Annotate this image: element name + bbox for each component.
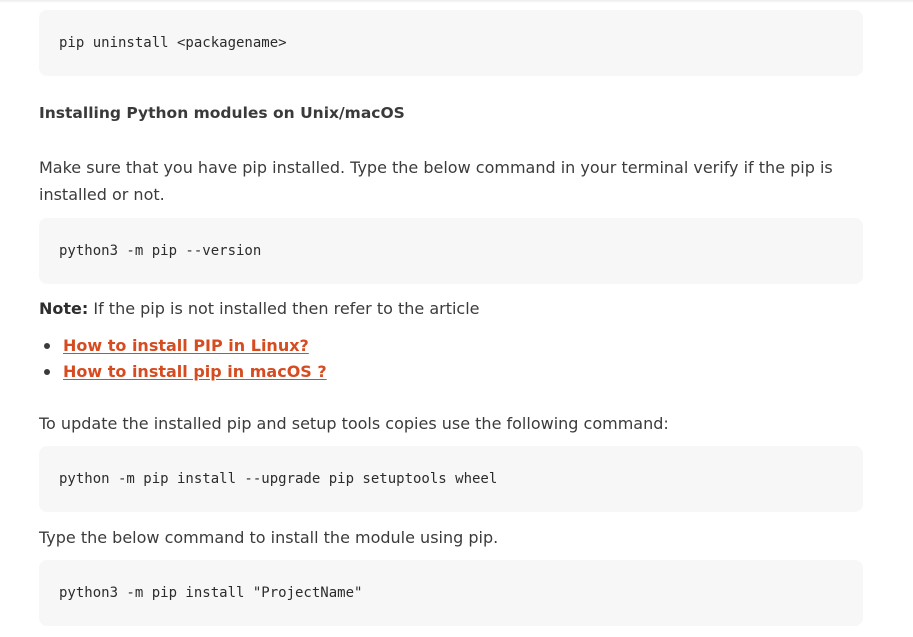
code-block-uninstall[interactable]: pip uninstall <packagename> [39, 10, 863, 76]
article-content: pip uninstall <packagename> Installing P… [0, 0, 913, 637]
bullet-icon [44, 369, 50, 375]
note-text: If the pip is not installed then refer t… [88, 299, 480, 318]
code-text: pip uninstall <packagename> [59, 35, 287, 51]
code-text: python3 -m pip --version [59, 243, 262, 259]
code-block-install[interactable]: python3 -m pip install "ProjectName" [39, 560, 863, 626]
link-install-pip-macos[interactable]: How to install pip in macOS ? [63, 362, 327, 381]
article-link-list: How to install PIP in Linux? How to inst… [39, 333, 327, 385]
code-block-version[interactable]: python3 -m pip --version [39, 218, 863, 284]
bullet-icon [44, 343, 50, 349]
note-label: Note: [39, 299, 89, 318]
section-heading: Installing Python modules on Unix/macOS [39, 104, 405, 122]
paragraph-make-sure: Make sure that you have pip installed. T… [39, 158, 833, 204]
link-install-pip-linux[interactable]: How to install PIP in Linux? [63, 336, 309, 355]
code-text: python -m pip install --upgrade pip setu… [59, 471, 498, 487]
list-item: How to install PIP in Linux? [39, 333, 327, 359]
note-paragraph: Note: If the pip is not installed then r… [39, 297, 480, 321]
code-block-upgrade[interactable]: python -m pip install --upgrade pip setu… [39, 446, 863, 512]
code-text: python3 -m pip install "ProjectName" [59, 585, 363, 601]
paragraph-update: To update the installed pip and setup to… [39, 414, 669, 433]
paragraph-type-below: Type the below command to install the mo… [39, 528, 499, 547]
list-item: How to install pip in macOS ? [39, 359, 327, 385]
